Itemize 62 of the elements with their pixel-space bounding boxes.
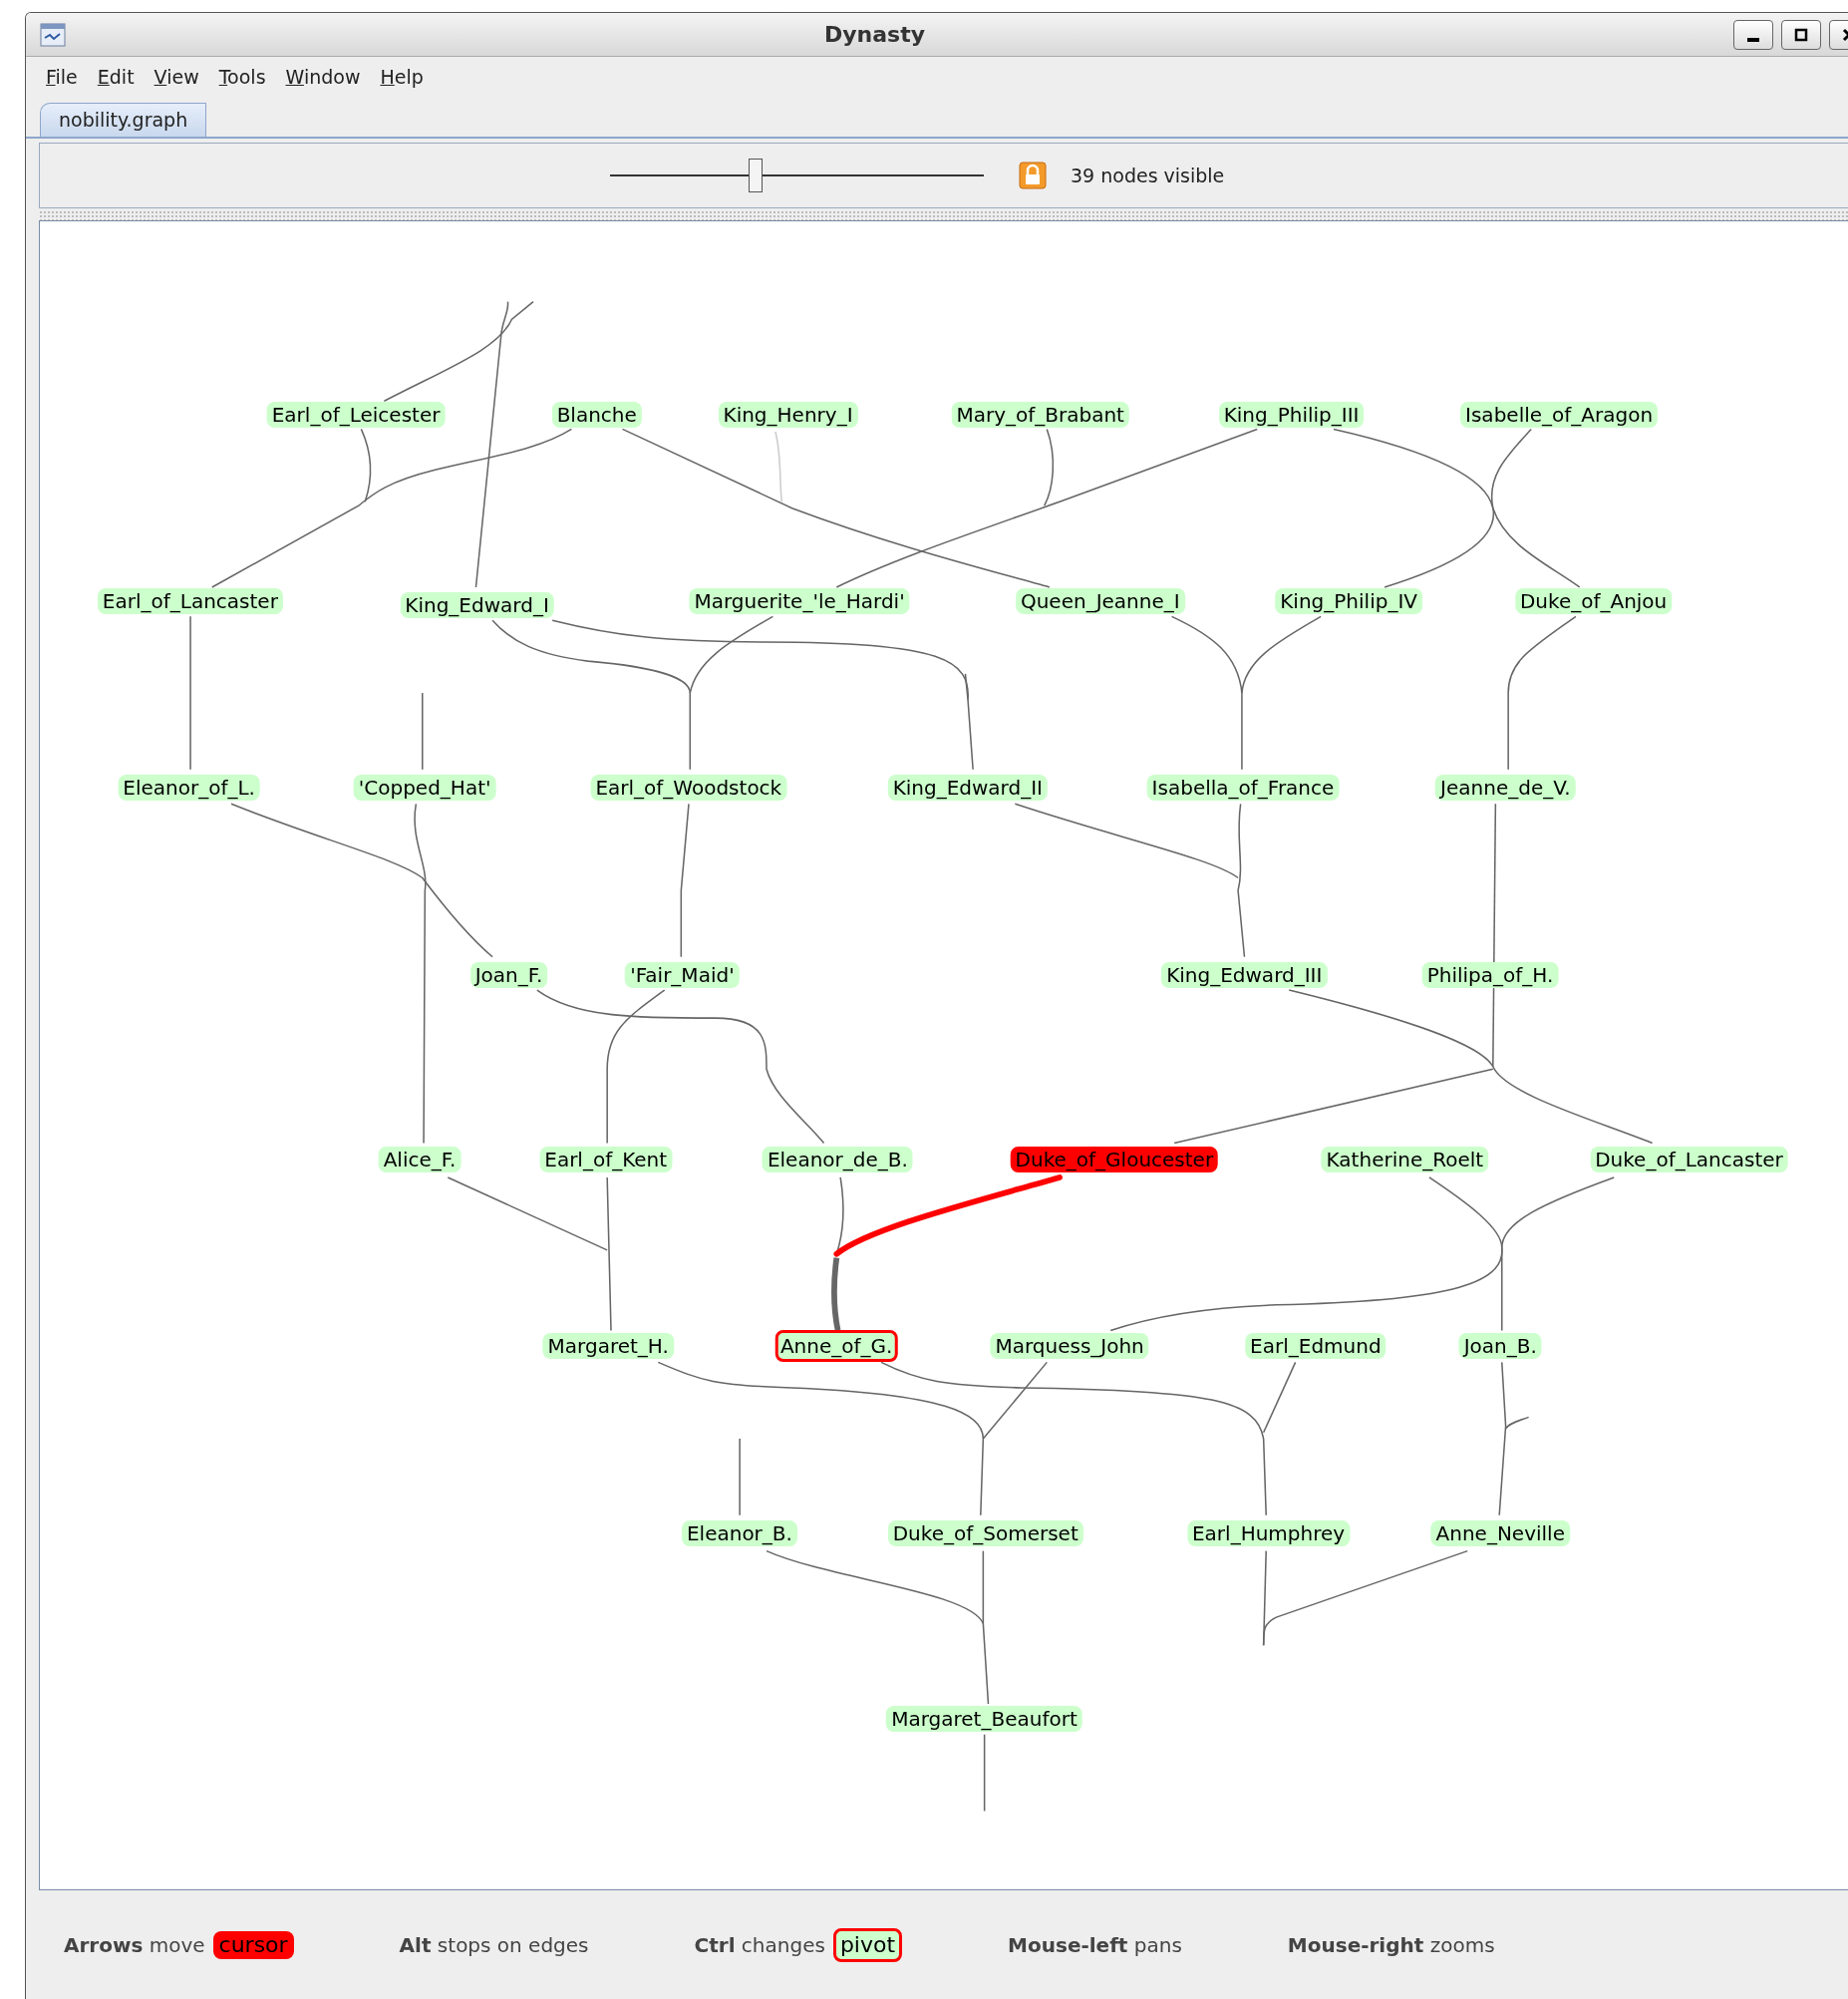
menu-item[interactable]: Edit [97,62,135,92]
graph-node[interactable]: Earl_Edmund [1245,1332,1386,1359]
maximize-icon [1794,27,1808,42]
graph-node[interactable]: Philipa_of_H. [1421,961,1559,988]
graph-node[interactable]: Earl_of_Leicester [266,402,446,429]
menu-item[interactable]: File [46,62,78,92]
graph-node[interactable]: 'Fair_Maid' [625,961,740,988]
graph-node[interactable]: Duke_of_Lancaster [1590,1147,1788,1173]
graph-node[interactable]: Marguerite_'le_Hardi' [689,588,910,614]
graph-node[interactable]: King_Philip_IV [1275,588,1422,614]
graph-node[interactable]: Katherine_Roelt [1321,1147,1489,1173]
graph-node[interactable]: King_Edward_III [1161,961,1328,988]
graph-node[interactable]: Eleanor_de_B. [762,1147,913,1173]
graph-node[interactable]: Earl_of_Lancaster [97,588,283,614]
graph-node[interactable]: Margaret_Beaufort [886,1706,1082,1733]
maximize-button[interactable] [1781,19,1821,50]
graph-node[interactable]: Earl_Humphrey [1187,1519,1351,1546]
graph-node[interactable]: King_Edward_II [887,774,1048,801]
graph-node[interactable]: Duke_of_Somerset [887,1519,1083,1546]
hint-text: Ctrl changes [694,1931,825,1959]
menu-item[interactable]: View [154,62,199,92]
graph-node[interactable]: Duke_of_Anjou [1514,588,1673,614]
slider-thumb[interactable] [749,159,764,192]
graph-node[interactable]: Earl_of_Kent [539,1147,673,1173]
padlock-icon[interactable] [1019,162,1047,189]
graph-node[interactable]: Isabella_of_France [1146,774,1340,801]
graph-node[interactable]: Eleanor_of_L. [118,774,260,801]
graph-node[interactable]: Margaret_H. [542,1332,674,1359]
graph-node[interactable]: Earl_of_Woodstock [590,774,787,801]
menu-item[interactable]: Help [380,62,424,92]
file-tab[interactable]: nobility.graph [40,103,207,137]
graph-node[interactable]: Anne_of_G. [774,1329,898,1362]
graph-node[interactable]: Queen_Jeanne_I [1015,588,1185,614]
zoom-slider[interactable] [610,156,984,195]
graph-node[interactable]: Joan_F. [469,961,548,988]
graph-node[interactable]: Marquess_John [990,1332,1149,1359]
hint-text: Mouse-left pans [1008,1931,1182,1959]
pivot-badge: pivot [832,1927,903,1962]
graph-node[interactable]: Eleanor_B. [681,1519,797,1546]
minimize-button[interactable] [1733,19,1773,50]
minimize-icon [1747,37,1759,42]
graph-node[interactable]: King_Edward_I [400,591,554,618]
graph-node[interactable]: Alice_F. [378,1147,462,1173]
menu-item[interactable]: Tools [218,62,266,92]
cursor-badge: cursor [212,1930,294,1959]
app-icon [40,22,66,47]
graph-node[interactable]: Mary_of_Brabant [951,402,1129,429]
graph-node[interactable]: Jeanne_de_V. [1435,774,1576,801]
window-title: Dynasty [823,21,926,49]
menu-item[interactable]: Window [285,62,361,92]
hint-text: Mouse-right zooms [1287,1931,1495,1959]
graph-node[interactable]: King_Henry_I [718,402,858,429]
status-text: 39 nodes visible [1071,163,1225,188]
graph-node[interactable]: Isabelle_of_Aragon [1460,402,1659,429]
graph-node[interactable]: Anne_Neville [1430,1519,1570,1546]
graph-node[interactable]: Blanche [551,402,642,429]
graph-node[interactable]: King_Philip_III [1218,402,1365,429]
graph-node[interactable]: Joan_B. [1458,1332,1542,1359]
graph-node[interactable]: Duke_of_Gloucester [1010,1147,1219,1173]
hint-text: Alt stops on edges [399,1931,589,1959]
graph-node[interactable]: 'Copped_Hat' [353,774,496,801]
hint-text: Arrows move [64,1931,205,1959]
